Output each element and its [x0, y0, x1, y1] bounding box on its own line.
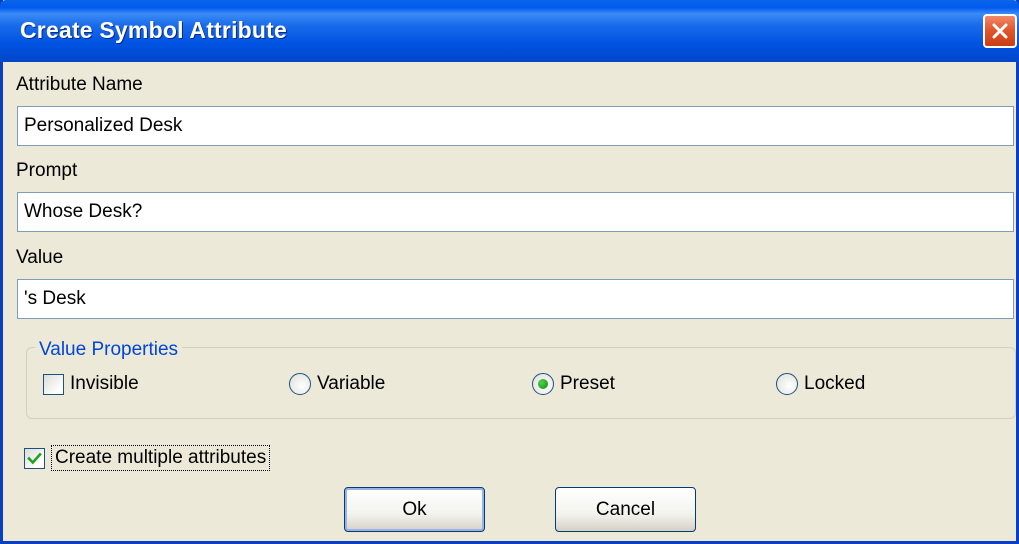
checkmark-icon — [27, 452, 42, 464]
variable-option[interactable]: Variable — [289, 371, 385, 397]
value-properties-legend: Value Properties — [35, 339, 183, 361]
locked-option[interactable]: Locked — [776, 371, 865, 397]
cancel-button[interactable]: Cancel — [555, 487, 696, 532]
invisible-label: Invisible — [70, 373, 139, 394]
multiple-attributes-checkbox[interactable] — [24, 447, 45, 469]
preset-option[interactable]: Preset — [532, 371, 615, 397]
preset-radio[interactable] — [532, 373, 554, 395]
invisible-option[interactable]: Invisible — [43, 371, 139, 397]
value-input[interactable] — [17, 279, 1014, 319]
radio-selected-dot — [538, 379, 548, 389]
multiple-attributes-label: Create multiple attributes — [51, 445, 271, 471]
title-bar[interactable]: Create Symbol Attribute — [0, 0, 1019, 62]
locked-radio[interactable] — [776, 373, 798, 395]
multiple-attributes-option[interactable]: Create multiple attributes — [24, 444, 271, 472]
prompt-input[interactable] — [17, 192, 1014, 232]
locked-label: Locked — [804, 373, 866, 394]
close-button[interactable] — [983, 14, 1017, 48]
variable-radio[interactable] — [289, 373, 311, 395]
variable-label: Variable — [317, 373, 386, 394]
preset-label: Preset — [560, 373, 615, 394]
prompt-label: Prompt — [16, 160, 78, 181]
close-icon — [992, 23, 1008, 39]
invisible-checkbox[interactable] — [43, 373, 64, 395]
attribute-name-label: Attribute Name — [16, 74, 143, 95]
dialog-title: Create Symbol Attribute — [20, 17, 288, 43]
ok-button[interactable]: Ok — [344, 487, 485, 532]
value-label: Value — [16, 247, 64, 268]
attribute-name-input[interactable] — [17, 106, 1014, 146]
